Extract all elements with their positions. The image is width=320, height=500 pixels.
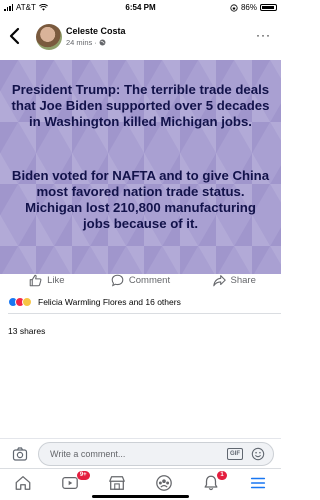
groups-icon bbox=[156, 475, 172, 491]
sad-reaction-icon bbox=[22, 297, 32, 307]
comment-bubble-icon bbox=[111, 274, 124, 287]
share-arrow-icon bbox=[212, 274, 226, 286]
more-options-icon[interactable]: ··· bbox=[256, 29, 271, 41]
status-bar: AT&T 6:54 PM 86% bbox=[0, 0, 281, 14]
post-timestamp[interactable]: 24 mins · bbox=[66, 38, 97, 47]
thumbs-up-icon bbox=[29, 274, 42, 286]
tab-home[interactable] bbox=[0, 469, 47, 500]
notifications-badge: 1 bbox=[217, 471, 227, 480]
image-text-paragraph-1: President Trump: The terrible trade deal… bbox=[11, 82, 270, 129]
camera-icon[interactable] bbox=[12, 446, 28, 462]
battery-percent: 86% bbox=[240, 3, 257, 12]
comment-input[interactable]: Write a comment... GIF bbox=[38, 442, 274, 466]
battery-icon bbox=[260, 4, 277, 11]
post-image[interactable]: President Trump: The terrible trade deal… bbox=[0, 60, 281, 274]
post-meta: 24 mins · bbox=[66, 38, 106, 47]
comment-bar: Write a comment... GIF bbox=[0, 438, 281, 468]
home-indicator bbox=[92, 495, 189, 498]
comment-placeholder: Write a comment... bbox=[50, 449, 126, 459]
shares-count[interactable]: 13 shares bbox=[8, 326, 45, 336]
reactions-summary[interactable]: Felicia Warmling Flores and 16 others bbox=[8, 297, 181, 307]
reactions-text: Felicia Warmling Flores and 16 others bbox=[38, 297, 181, 307]
menu-icon bbox=[250, 477, 265, 489]
tab-notifications[interactable]: 1 bbox=[187, 469, 234, 500]
comment-label: Comment bbox=[128, 274, 171, 286]
home-icon bbox=[16, 476, 31, 490]
orientation-lock-icon bbox=[230, 3, 238, 12]
share-button[interactable]: Share bbox=[187, 268, 281, 292]
marketplace-icon bbox=[109, 476, 125, 490]
post-header: Celeste Costa 24 mins · ··· bbox=[0, 18, 281, 58]
comment-button[interactable]: Comment bbox=[94, 268, 188, 292]
reaction-icons bbox=[8, 297, 32, 307]
like-button[interactable]: Like bbox=[0, 268, 94, 292]
author-avatar[interactable] bbox=[36, 24, 62, 50]
emoji-icon[interactable] bbox=[251, 447, 265, 461]
divider bbox=[8, 313, 281, 314]
share-label: Share bbox=[230, 274, 256, 286]
like-label: Like bbox=[47, 274, 65, 286]
bottom-tab-bar: 9+ 1 bbox=[0, 468, 281, 500]
image-text-paragraph-2: Biden voted for NAFTA and to give China … bbox=[11, 168, 270, 231]
author-name[interactable]: Celeste Costa bbox=[66, 26, 126, 36]
status-right: 86% bbox=[230, 3, 277, 12]
video-badge: 9+ bbox=[76, 471, 90, 480]
back-chevron-icon[interactable] bbox=[8, 27, 22, 45]
tab-menu[interactable] bbox=[234, 469, 281, 500]
action-bar: Like Comment Share bbox=[0, 268, 281, 292]
tab-video[interactable]: 9+ bbox=[47, 469, 94, 500]
privacy-globe-icon bbox=[99, 39, 106, 46]
gif-button[interactable]: GIF bbox=[227, 448, 243, 460]
